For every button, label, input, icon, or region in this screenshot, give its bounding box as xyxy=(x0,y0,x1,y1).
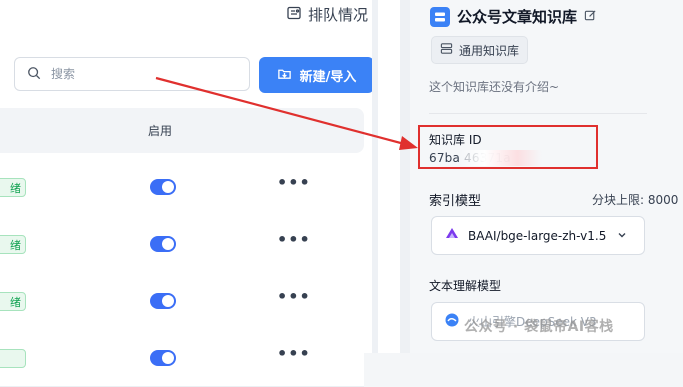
annotation-highlight-box xyxy=(418,125,598,169)
kb-type-tag: 通用知识库 xyxy=(431,36,529,64)
scrollbar[interactable] xyxy=(372,0,378,353)
chevron-down-icon xyxy=(616,229,628,244)
kb-intro: 这个知识库还没有介绍~ xyxy=(429,80,560,94)
table-row[interactable]: 绪 ••• xyxy=(0,215,364,273)
queue-status-button[interactable]: 排队情况 xyxy=(286,4,368,25)
status-badge: 绪 xyxy=(0,292,26,311)
more-options-icon[interactable]: ••• xyxy=(277,344,311,363)
queue-icon xyxy=(286,5,302,25)
text-model-label: 文本理解模型 xyxy=(429,279,502,293)
more-options-icon[interactable]: ••• xyxy=(277,230,311,249)
table-row[interactable]: ••• xyxy=(0,329,364,387)
index-model-label: 索引模型 xyxy=(429,194,482,209)
more-options-icon[interactable]: ••• xyxy=(277,287,311,306)
status-badge: 绪 xyxy=(0,235,26,254)
index-model-value: BAAI/bge-large-zh-v1.5 xyxy=(468,228,607,243)
panel-divider xyxy=(400,0,410,353)
index-model-select[interactable]: BAAI/bge-large-zh-v1.5 xyxy=(431,216,645,255)
new-import-button[interactable]: 新建/导入 xyxy=(259,57,374,93)
kb-title-text: 公众号文章知识库 xyxy=(457,8,578,26)
kb-type-label: 通用知识库 xyxy=(459,43,520,58)
queue-status-label: 排队情况 xyxy=(308,6,369,24)
database-icon xyxy=(430,6,450,27)
enable-toggle[interactable] xyxy=(150,293,176,309)
watermark: 公众号 · 袋鼠帝AI客栈 xyxy=(464,319,614,335)
knowledge-base-info-panel: 公众号文章知识库 通用知识库 这个知识库还没有介绍~ 知识库 ID 67ba 4… xyxy=(410,0,683,353)
enable-toggle[interactable] xyxy=(150,350,176,366)
search-icon xyxy=(27,65,41,84)
new-import-label: 新建/导入 xyxy=(299,69,357,85)
model-logo-icon xyxy=(444,312,460,331)
model-logo-icon xyxy=(444,226,460,245)
document-list-panel: 排队情况 新建/导入 启用 绪 ••• 绪 ••• 绪 ••• ••• xyxy=(0,0,400,387)
status-badge: 绪 xyxy=(0,178,26,197)
table-header: 启用 xyxy=(0,108,364,153)
enabled-column-header: 启用 xyxy=(148,124,173,138)
import-icon xyxy=(277,66,292,85)
search-input[interactable] xyxy=(49,66,233,82)
more-options-icon[interactable]: ••• xyxy=(277,173,311,192)
edit-icon[interactable] xyxy=(584,8,597,26)
search-box[interactable] xyxy=(14,57,250,91)
enable-toggle[interactable] xyxy=(150,179,176,195)
server-icon xyxy=(440,42,453,58)
chunk-limit: 分块上限: 8000 xyxy=(592,193,679,207)
enable-toggle[interactable] xyxy=(150,236,176,252)
table-row[interactable]: 绪 ••• xyxy=(0,272,364,330)
table-row[interactable]: 绪 ••• xyxy=(0,158,364,216)
section-divider xyxy=(429,113,647,114)
kb-title: 公众号文章知识库 xyxy=(430,6,597,27)
status-badge xyxy=(0,349,26,368)
